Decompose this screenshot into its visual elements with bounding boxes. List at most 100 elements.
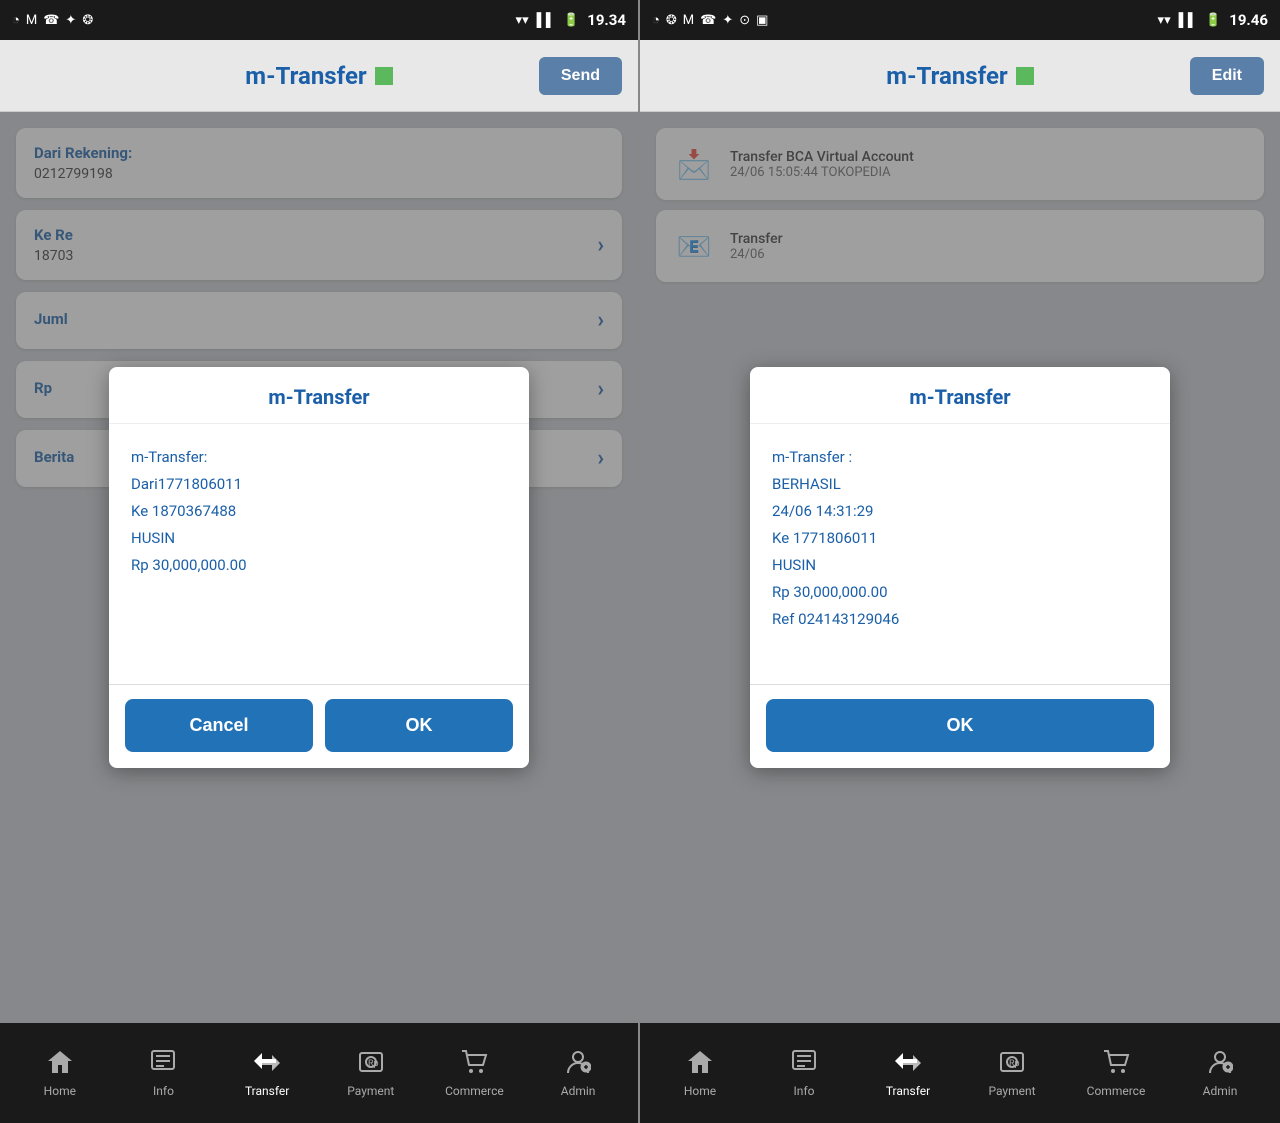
signal-icon: ▌▌ <box>537 12 555 28</box>
left-dialog-line3: Ke 1870367488 <box>131 498 507 525</box>
right-dialog-line3: 24/06 14:31:29 <box>772 498 1148 525</box>
right-status-bar: ◔ ❂ M ☎ ✦ ⊙ ▣ ▾▾ ▌▌ 🔋 19.46 <box>640 0 1280 40</box>
left-bottom-nav: Home Info Transfer <box>0 1023 638 1123</box>
right-dialog-line6: Rp 30,000,000.00 <box>772 579 1148 606</box>
right-panel: ◔ ❂ M ☎ ✦ ⊙ ▣ ▾▾ ▌▌ 🔋 19.46 m-Transfer E… <box>640 0 1280 1123</box>
right-dialog: m-Transfer m-Transfer : BERHASIL 24/06 1… <box>750 367 1170 768</box>
right-dialog-line4: Ke 1771806011 <box>772 525 1148 552</box>
left-send-button[interactable]: Send <box>539 57 622 95</box>
info-icon <box>150 1049 176 1080</box>
home-icon <box>46 1049 74 1080</box>
left-nav-transfer[interactable]: Transfer <box>231 1049 303 1098</box>
left-green-square <box>375 67 393 85</box>
notification-icon: ✦ <box>65 13 76 28</box>
left-status-icons: ◔ M ☎ ✦ ❂ <box>12 12 93 28</box>
right-dialog-body: m-Transfer : BERHASIL 24/06 14:31:29 Ke … <box>750 424 1170 684</box>
left-dialog-title: m-Transfer <box>109 367 529 424</box>
left-dialog-line4: HUSIN <box>131 525 507 552</box>
right-ok-button[interactable]: OK <box>766 699 1154 752</box>
media-icon-r: ▣ <box>756 13 768 28</box>
whatsapp-icon: ❂ <box>82 13 93 28</box>
left-nav-home-label: Home <box>44 1084 76 1098</box>
left-dialog-footer: Cancel OK <box>109 684 529 768</box>
right-nav-transfer-label: Transfer <box>886 1084 930 1098</box>
left-overlay: m-Transfer m-Transfer: Dari1771806011 Ke… <box>0 112 638 1023</box>
left-nav-transfer-label: Transfer <box>245 1084 289 1098</box>
right-overlay: m-Transfer m-Transfer : BERHASIL 24/06 1… <box>640 112 1280 1023</box>
commerce-icon-r <box>1102 1049 1130 1080</box>
right-nav-info-label: Info <box>794 1084 815 1098</box>
left-dialog-line5: Rp 30,000,000.00 <box>131 552 507 579</box>
right-dialog-line1: m-Transfer : <box>772 444 1148 471</box>
right-nav-admin-label: Admin <box>1203 1084 1238 1098</box>
right-dialog-line5: HUSIN <box>772 552 1148 579</box>
svg-text:Rp: Rp <box>368 1059 379 1069</box>
gmail-icon-r: M <box>683 13 694 28</box>
phone-icon: ☎ <box>43 13 59 28</box>
right-dialog-footer: OK <box>750 684 1170 768</box>
right-nav-commerce-label: Commerce <box>1087 1084 1146 1098</box>
admin-icon <box>565 1049 591 1080</box>
whatsapp-icon-r: ❂ <box>666 13 677 28</box>
left-nav-info[interactable]: Info <box>127 1049 199 1098</box>
left-nav-payment[interactable]: Rp Payment <box>335 1049 407 1098</box>
left-panel: ◔ M ☎ ✦ ❂ ▾▾ ▌▌ 🔋 19.34 m-Transfer Send … <box>0 0 640 1123</box>
left-app-title: m-Transfer <box>245 62 366 90</box>
right-nav-payment-label: Payment <box>988 1084 1035 1098</box>
notification-icon-r: ✦ <box>722 13 733 28</box>
left-ok-button[interactable]: OK <box>325 699 513 752</box>
right-bottom-nav: Home Info Transfer <box>640 1023 1280 1123</box>
admin-icon-r <box>1207 1049 1233 1080</box>
left-nav-commerce-label: Commerce <box>445 1084 504 1098</box>
left-nav-admin[interactable]: Admin <box>542 1049 614 1098</box>
right-top-bar: m-Transfer Edit <box>640 40 1280 112</box>
left-content-area: Dari Rekening: 0212799198 Ke Re 18703 › … <box>0 112 638 1023</box>
info-icon-r <box>791 1049 817 1080</box>
right-nav-info[interactable]: Info <box>768 1049 840 1098</box>
right-nav-admin[interactable]: Admin <box>1184 1049 1256 1098</box>
left-time: 19.34 <box>587 11 626 29</box>
right-green-square <box>1016 67 1034 85</box>
wifi-icon: ▾▾ <box>516 13 529 28</box>
right-app-title: m-Transfer <box>886 62 1007 90</box>
right-nav-home[interactable]: Home <box>664 1049 736 1098</box>
payment-icon: Rp <box>358 1049 384 1080</box>
right-nav-transfer[interactable]: Transfer <box>872 1049 944 1098</box>
left-nav-info-label: Info <box>153 1084 174 1098</box>
battery-icon: 🔋 <box>563 13 579 28</box>
left-nav-home[interactable]: Home <box>24 1049 96 1098</box>
home-icon-r <box>686 1049 714 1080</box>
transfer-icon-r <box>893 1049 923 1080</box>
gmail-icon: M <box>26 13 37 28</box>
right-nav-home-label: Home <box>684 1084 716 1098</box>
right-time: 19.46 <box>1229 11 1268 29</box>
left-nav-payment-label: Payment <box>347 1084 394 1098</box>
transfer-icon <box>252 1049 282 1080</box>
battery-icon-r: 🔋 <box>1205 13 1221 28</box>
right-nav-payment[interactable]: Rp Payment <box>976 1049 1048 1098</box>
clock-icon-r: ◔ <box>652 12 660 28</box>
right-dialog-line7: Ref 024143129046 <box>772 606 1148 633</box>
globe-icon-r: ⊙ <box>739 13 750 28</box>
right-dialog-line2: BERHASIL <box>772 471 1148 498</box>
wifi-icon-r: ▾▾ <box>1158 13 1171 28</box>
right-nav-commerce[interactable]: Commerce <box>1080 1049 1152 1098</box>
left-dialog-body: m-Transfer: Dari1771806011 Ke 1870367488… <box>109 424 529 684</box>
left-status-bar: ◔ M ☎ ✦ ❂ ▾▾ ▌▌ 🔋 19.34 <box>0 0 638 40</box>
right-content-area: 📩 Transfer BCA Virtual Account 24/06 15:… <box>640 112 1280 1023</box>
left-cancel-button[interactable]: Cancel <box>125 699 313 752</box>
left-nav-admin-label: Admin <box>561 1084 596 1098</box>
svg-text:Rp: Rp <box>1009 1059 1020 1069</box>
phone-icon-r: ☎ <box>700 13 716 28</box>
left-dialog-line1: m-Transfer: <box>131 444 507 471</box>
left-dialog-line2: Dari1771806011 <box>131 471 507 498</box>
right-dialog-title: m-Transfer <box>750 367 1170 424</box>
left-dialog: m-Transfer m-Transfer: Dari1771806011 Ke… <box>109 367 529 768</box>
clock-icon: ◔ <box>12 12 20 28</box>
left-nav-commerce[interactable]: Commerce <box>438 1049 510 1098</box>
payment-icon-r: Rp <box>999 1049 1025 1080</box>
right-edit-button[interactable]: Edit <box>1190 57 1264 95</box>
left-top-bar: m-Transfer Send <box>0 40 638 112</box>
right-status-icons: ◔ ❂ M ☎ ✦ ⊙ ▣ <box>652 12 768 28</box>
signal-icon-r: ▌▌ <box>1179 12 1197 28</box>
